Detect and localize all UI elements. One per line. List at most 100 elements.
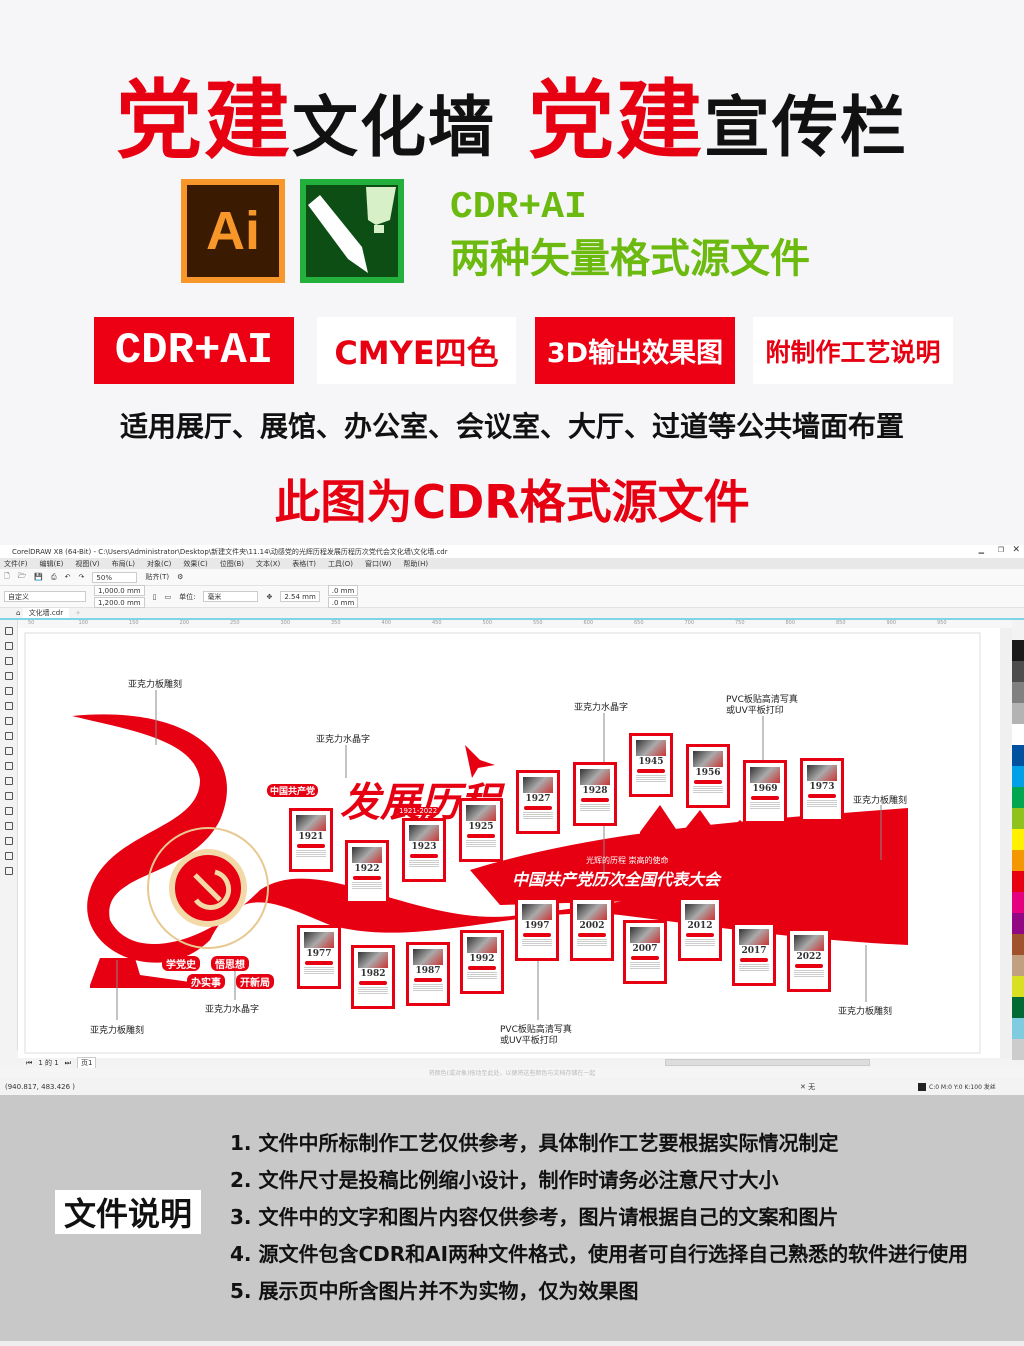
card-photo <box>685 904 715 920</box>
palette-swatch[interactable] <box>1012 682 1024 703</box>
eyedropper-tool-icon[interactable] <box>5 837 13 845</box>
nudge-field[interactable]: 2.54 mm <box>280 591 320 602</box>
ruler-tick: 750 <box>735 620 745 626</box>
palette-swatch[interactable] <box>1012 787 1024 808</box>
palette-swatch[interactable] <box>1012 1039 1024 1060</box>
zoom-select[interactable]: 50% <box>92 571 138 583</box>
menu-item[interactable]: 布局(L) <box>112 559 135 569</box>
gear-icon[interactable]: ⚙ <box>177 573 183 581</box>
home-icon[interactable]: ⌂ <box>16 609 20 617</box>
palette-swatch[interactable] <box>1012 829 1024 850</box>
rectangle-tool-icon[interactable] <box>5 717 13 725</box>
first-page-button[interactable]: ⏮ <box>26 1059 32 1068</box>
ellipse-tool-icon[interactable] <box>5 732 13 740</box>
timeline-card: 2012 <box>678 897 722 961</box>
print-icon[interactable]: ⎙ <box>51 573 57 582</box>
format-line-1: CDR+AI <box>450 186 587 229</box>
page-preset-select[interactable]: 自定义 <box>4 591 86 602</box>
minimize-button[interactable]: ▁ <box>979 546 984 554</box>
palette-swatch[interactable] <box>1012 892 1024 913</box>
snap-menu[interactable]: 贴齐(T) <box>145 572 169 582</box>
palette-swatch[interactable] <box>1012 661 1024 682</box>
zoom-tool-icon[interactable] <box>5 672 13 680</box>
menu-item[interactable]: 工具(O) <box>328 559 353 569</box>
page-width-field[interactable]: 1,000.0 mm <box>94 585 145 596</box>
fill-tool-icon[interactable] <box>5 852 13 860</box>
palette-swatch[interactable] <box>1012 745 1024 766</box>
pick-tool-icon[interactable] <box>5 627 13 635</box>
add-tab-button[interactable]: + <box>75 609 81 617</box>
transparency-tool-icon[interactable] <box>5 822 13 830</box>
crop-tool-icon[interactable] <box>5 657 13 665</box>
palette-swatch[interactable] <box>1012 934 1024 955</box>
menu-item[interactable]: 文本(X) <box>256 559 280 569</box>
duplicate-y-field[interactable]: .0 mm <box>327 597 359 608</box>
ruler-tick: 400 <box>381 620 392 626</box>
redo-icon[interactable]: ↷ <box>79 573 85 581</box>
menu-item[interactable]: 对象(C) <box>147 559 171 569</box>
menu-item[interactable]: 编辑(E) <box>40 559 64 569</box>
shape-tool-icon[interactable] <box>5 642 13 650</box>
menu-item[interactable]: 文件(F) <box>4 559 28 569</box>
duplicate-x-field[interactable]: .0 mm <box>327 585 359 596</box>
palette-swatch[interactable] <box>1012 850 1024 871</box>
card-caption-bar <box>523 933 551 937</box>
freehand-tool-icon[interactable] <box>5 687 13 695</box>
polygon-tool-icon[interactable] <box>5 747 13 755</box>
timeline-card: 1925 <box>459 798 503 862</box>
portrait-icon[interactable]: ▯ <box>153 593 157 601</box>
close-button[interactable]: ✕ <box>1012 545 1020 555</box>
save-icon[interactable]: 💾 <box>34 573 43 581</box>
menu-item[interactable]: 帮助(H) <box>403 559 428 569</box>
timeline-card: 1923 <box>402 818 446 882</box>
note-item: 5. 展示页中所含图片并不为实物，仅为效果图 <box>230 1279 639 1303</box>
palette-swatch[interactable] <box>1012 997 1024 1018</box>
ruler-tick: 950 <box>937 620 947 626</box>
status-bar: (940.817, 483.426 ) ✕ 无 C:0 M:0 Y:0 K:10… <box>0 1078 1024 1095</box>
next-page-button[interactable]: ⏭ <box>65 1059 71 1068</box>
palette-swatch[interactable] <box>1012 913 1024 934</box>
menu-item[interactable]: 位图(B) <box>220 559 244 569</box>
palette-swatch[interactable] <box>1012 724 1024 745</box>
menu-item[interactable]: 窗口(W) <box>365 559 391 569</box>
ruler-tick: 900 <box>886 620 897 626</box>
pill: 开新局 <box>236 974 274 989</box>
doc-tab[interactable]: 文化墙.cdr <box>22 608 70 618</box>
palette-swatch[interactable] <box>1012 640 1024 661</box>
menu-item[interactable]: 表格(T) <box>292 559 316 569</box>
palette-swatch[interactable] <box>1012 976 1024 997</box>
horizontal-scrollbar[interactable] <box>665 1059 870 1066</box>
card-year: 1923 <box>411 842 437 852</box>
card-year: 1977 <box>306 949 332 959</box>
shadow-tool-icon[interactable] <box>5 807 13 815</box>
palette-swatch[interactable] <box>1012 1018 1024 1039</box>
palette-swatch[interactable] <box>1012 766 1024 787</box>
palette-swatch[interactable] <box>1012 808 1024 829</box>
card-year: 2017 <box>741 946 767 956</box>
artistic-tool-icon[interactable] <box>5 702 13 710</box>
palette-swatch[interactable] <box>1012 871 1024 892</box>
page-height-field[interactable]: 1,200.0 mm <box>94 597 145 608</box>
open-icon[interactable]: 🗁 <box>18 572 27 583</box>
color-palette[interactable] <box>1012 640 1024 1060</box>
nudge-icon: ✥ <box>266 592 273 601</box>
smart-fill-tool-icon[interactable] <box>5 867 13 875</box>
palette-swatch[interactable] <box>1012 703 1024 724</box>
connector-tool-icon[interactable] <box>5 792 13 800</box>
menu-item[interactable]: 效果(C) <box>183 559 207 569</box>
card-text-lines <box>693 786 723 794</box>
new-icon[interactable]: 🗋 <box>4 572 10 583</box>
label: 亚克力板雕刻 <box>128 680 183 690</box>
restore-button[interactable]: ❐ <box>998 546 1004 554</box>
landscape-icon[interactable]: ▭ <box>164 593 171 601</box>
parallel-tool-icon[interactable] <box>5 777 13 785</box>
drawing-canvas[interactable]: 亚克力板雕刻 亚克力水晶字 亚克力水晶字 PVC板贴高清写真 或UV平板打印 亚… <box>18 628 1000 1058</box>
vertical-scrollbar[interactable] <box>1000 628 1012 1058</box>
text-tool-icon[interactable] <box>5 762 13 770</box>
unit-select[interactable]: 毫米 <box>203 591 259 602</box>
undo-icon[interactable]: ↶ <box>65 573 71 581</box>
menu-item[interactable]: 视图(V) <box>75 559 99 569</box>
palette-swatch[interactable] <box>1012 955 1024 976</box>
artwork <box>24 632 981 1054</box>
card-year: 1992 <box>469 954 495 964</box>
